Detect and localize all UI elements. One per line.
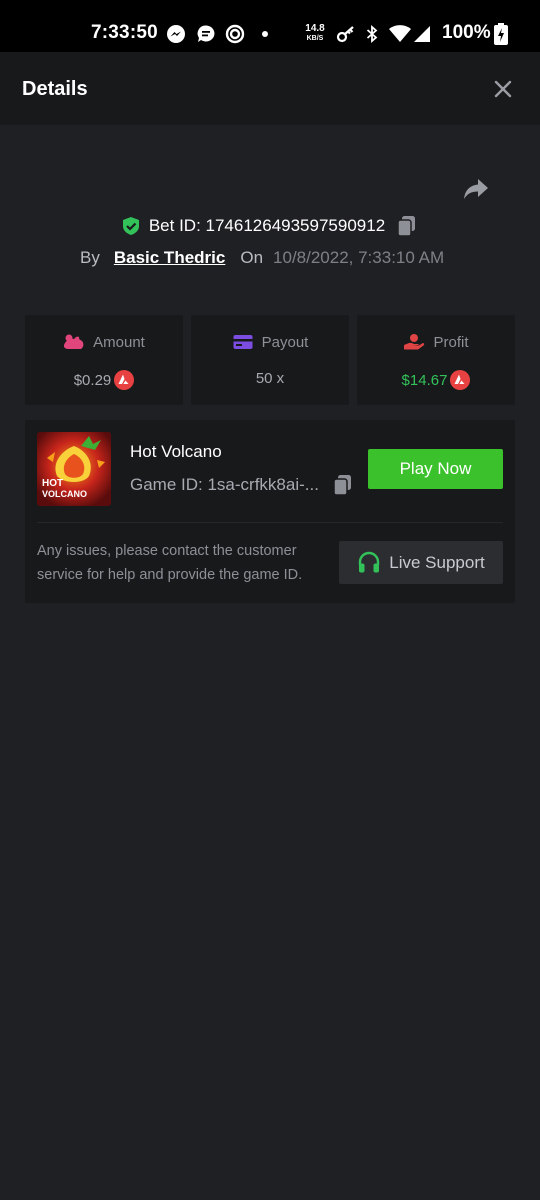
wifi-icon: [388, 24, 412, 44]
close-button[interactable]: [490, 76, 516, 102]
thumb-title-2: VOLCANO: [42, 489, 87, 499]
app-icon: [225, 24, 245, 44]
copy-bet-id-button[interactable]: [397, 215, 417, 237]
chat-icon: [196, 24, 216, 44]
game-title: Hot Volcano: [130, 442, 222, 461]
payout-value: 50 x: [255, 370, 285, 387]
dot-icon: [262, 31, 268, 37]
amount-card: Amount $0.29: [25, 315, 183, 405]
game-card: HOT VOLCANO Hot Volcano Game ID: 1sa-crf…: [25, 420, 515, 603]
payout-label: Payout: [261, 333, 309, 351]
share-icon: [464, 179, 488, 199]
card-icon: [232, 333, 254, 351]
key-icon: [336, 24, 356, 44]
signal-icon: [412, 24, 432, 44]
messenger-icon: [166, 24, 186, 44]
divider: [37, 522, 503, 523]
page-title: Details: [22, 78, 88, 100]
headset-icon: [359, 551, 380, 572]
bet-id: Bet ID: 1746126493597590912: [148, 216, 386, 235]
copy-game-id-button[interactable]: [333, 474, 353, 496]
profit-icon: [403, 333, 425, 351]
bet-id-row: Bet ID: 1746126493597590912: [0, 212, 540, 240]
share-button[interactable]: [462, 176, 490, 202]
net-speed: 14.8 KB/S: [303, 24, 327, 43]
amount-label: Amount: [93, 333, 145, 351]
support-message: Any issues, please contact the customer …: [37, 543, 303, 583]
close-icon: [494, 80, 512, 98]
play-now-button[interactable]: Play Now: [368, 449, 503, 489]
profit-card: Profit $14.67: [357, 315, 515, 405]
battery-level: 100%: [442, 22, 491, 43]
bluetooth-icon: [362, 24, 382, 44]
payout-card: Payout 50 x: [191, 315, 349, 405]
battery-charging-icon: [494, 23, 508, 45]
avax-coin-icon: [114, 370, 135, 390]
live-support-button[interactable]: Live Support: [339, 541, 503, 584]
game-id: Game ID: 1sa-crfkk8ai-...: [130, 475, 319, 494]
bet-date: 10/8/2022, 7:33:10 AM: [273, 248, 445, 267]
status-time: 7:33:50: [91, 22, 158, 43]
amount-value: $0.29: [73, 371, 112, 389]
copy-icon: [333, 475, 351, 496]
details-header: Details: [0, 52, 540, 125]
copy-icon: [397, 216, 416, 237]
user-link[interactable]: Basic Thedric: [114, 248, 226, 268]
status-bar: 7:33:50 14.8 KB/S 100%: [0, 0, 540, 52]
shield-check-icon: [121, 216, 141, 236]
amount-icon: [63, 333, 85, 351]
net-speed-value: 14.8: [305, 23, 325, 34]
by-label: By: [80, 248, 100, 267]
profit-value: $14.67: [401, 371, 448, 389]
on-label: On: [240, 248, 264, 267]
net-speed-unit: KB/S: [306, 35, 324, 42]
bet-meta-row: By Basic Thedric On 10/8/2022, 7:33:10 A…: [80, 246, 444, 270]
thumb-title-1: HOT: [42, 478, 64, 489]
game-id-row: Game ID: 1sa-crfkk8ai-...: [130, 474, 353, 496]
live-support-label: Live Support: [389, 552, 485, 572]
avax-coin-icon: [450, 370, 471, 390]
game-thumbnail[interactable]: HOT VOLCANO: [37, 432, 111, 506]
profit-label: Profit: [433, 333, 469, 351]
